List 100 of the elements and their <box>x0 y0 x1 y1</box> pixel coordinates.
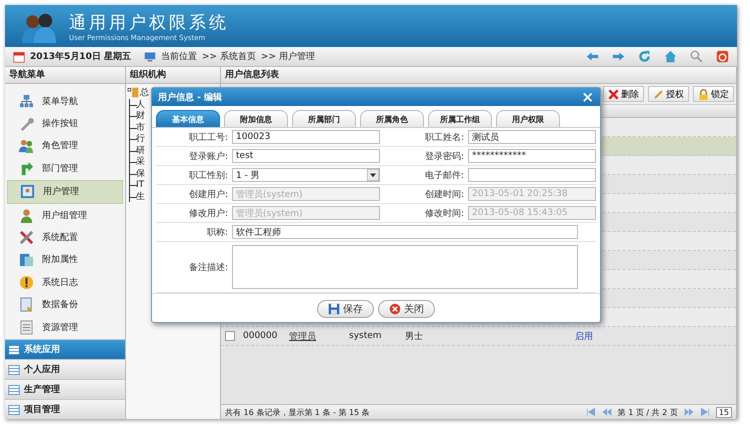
tree-node[interactable]: 保 <box>136 166 145 180</box>
status-link[interactable]: 启用 <box>575 330 615 342</box>
previous-page-icon[interactable] <box>602 407 612 417</box>
nav-item[interactable]: 资源管理 <box>7 316 123 338</box>
field-label: 职工工号: <box>188 132 229 144</box>
person-icon <box>19 208 34 223</box>
tree-node[interactable]: 研 <box>136 144 145 157</box>
tab[interactable]: 所属工作组 <box>428 110 492 127</box>
field-label: 职称: <box>206 226 229 238</box>
nav-item[interactable]: 用户组管理 <box>7 204 123 226</box>
nav-item[interactable]: 角色管理 <box>7 134 123 158</box>
field-label: 登录密码: <box>424 150 465 162</box>
input-field[interactable]: 软件工程师 <box>232 225 578 239</box>
nav-item[interactable]: 菜单导航 <box>7 90 123 112</box>
notes-field[interactable] <box>232 245 578 289</box>
nav-item[interactable]: 附加属性 <box>7 248 123 272</box>
first-page-icon[interactable] <box>586 407 596 417</box>
breadcrumb-item[interactable]: >> 用户管理 <box>260 50 315 63</box>
nav-item[interactable]: 系统日志 <box>7 271 123 294</box>
last-page-icon[interactable] <box>700 407 710 417</box>
field-label: 职工性别: <box>188 170 229 182</box>
field-label: 备注描述: <box>188 262 229 274</box>
power-icon[interactable] <box>716 50 729 63</box>
save-button[interactable]: 保存 <box>317 300 374 318</box>
panel-title: 组织机构 <box>126 67 220 84</box>
tools-icon <box>19 230 34 246</box>
panel-title: 导航菜单 <box>5 67 125 84</box>
calendar-icon <box>13 50 25 62</box>
list-icon <box>8 344 20 356</box>
input-field[interactable]: 100023 <box>232 130 380 144</box>
date-text: 2013年5月10日 星期五 <box>30 50 131 63</box>
tab[interactable]: 所属部门 <box>292 110 356 127</box>
list-icon <box>8 384 20 396</box>
tree-node[interactable]: 总 <box>140 86 149 100</box>
accordion-header[interactable]: 系统应用 <box>5 339 125 359</box>
tab[interactable]: 基本信息 <box>156 110 220 127</box>
back-arrow-icon[interactable] <box>586 50 599 63</box>
home-icon[interactable] <box>664 50 677 63</box>
monitor-icon <box>144 50 156 62</box>
nav-item[interactable]: 部门管理 <box>7 157 123 180</box>
user-link[interactable]: 管理员 <box>289 330 349 342</box>
search-icon[interactable] <box>690 50 703 63</box>
input-field[interactable] <box>468 168 596 182</box>
location-label: 当前位置 <box>160 50 197 63</box>
field-label: 登录账户: <box>188 150 229 162</box>
accordion-header[interactable]: 生产管理 <box>5 379 125 399</box>
list-icon <box>8 364 20 376</box>
close-button[interactable]: 关闭 <box>378 300 435 318</box>
close-icon <box>389 303 401 315</box>
lock-icon <box>698 88 709 100</box>
tree-node[interactable]: 财 <box>136 109 145 122</box>
close-button[interactable]: × <box>581 88 594 106</box>
table-row[interactable]: 000000 管理员 system 男士 启用 <box>221 327 736 346</box>
nav-item[interactable]: 系统配置 <box>7 226 123 249</box>
tree-node[interactable]: 人 <box>136 98 145 111</box>
gender-select[interactable]: 1 - 男 <box>232 168 380 182</box>
tree-node[interactable]: 采 <box>136 155 145 168</box>
row-checkbox[interactable] <box>225 331 235 341</box>
tree-node[interactable]: 生 <box>136 190 145 203</box>
table-cell-text: 男士 <box>405 330 424 342</box>
table-cell-text: 000000 <box>243 331 278 341</box>
toolbar-button[interactable]: 授权 <box>648 86 689 102</box>
app-title: 通用用户权限系统 <box>69 12 229 34</box>
warning-icon <box>19 274 34 290</box>
wrench-icon <box>19 116 34 132</box>
dropdown-caret-icon <box>367 169 379 181</box>
window-icon <box>19 252 34 268</box>
accordion-header[interactable]: 个人应用 <box>5 359 125 379</box>
toolbar-button[interactable]: 删除 <box>603 86 644 102</box>
page-size-select[interactable]: 15 <box>716 406 732 418</box>
document-icon <box>19 297 34 312</box>
nav-item[interactable]: 用户管理 <box>7 180 123 204</box>
refresh-icon[interactable] <box>638 50 651 63</box>
network-icon <box>19 94 34 109</box>
field-label: 修改用户: <box>188 208 229 220</box>
field-label: 电子邮件: <box>424 170 465 182</box>
panel-title: 用户信息列表 <box>221 67 736 84</box>
field-label: 职工姓名: <box>424 132 465 144</box>
field-label: 创建用户: <box>188 188 229 200</box>
nav-item[interactable]: 操作按钮 <box>7 112 123 135</box>
tab[interactable]: 用户权限 <box>496 110 560 127</box>
tree-node[interactable]: 市 <box>136 120 145 134</box>
tab[interactable]: 附加信息 <box>224 110 288 127</box>
input-field[interactable]: 测试员 <box>468 130 596 144</box>
field-label: 创建时间: <box>424 188 465 200</box>
input-field[interactable]: ************ <box>468 149 596 163</box>
page-indicator: 第 1 页 / 共 2 页 <box>618 406 678 418</box>
next-page-icon[interactable] <box>684 407 694 417</box>
input-field[interactable]: test <box>232 149 380 163</box>
nav-item[interactable]: 数据备份 <box>7 294 123 316</box>
tree-node[interactable]: IT <box>136 180 144 190</box>
table-cell-text: system <box>349 331 383 341</box>
forward-arrow-icon[interactable] <box>612 50 625 63</box>
tree-node[interactable]: 行 <box>136 132 145 146</box>
accordion-header[interactable]: 项目管理 <box>5 399 125 419</box>
toolbar-button[interactable]: 锁定 <box>693 86 734 102</box>
dialog-title: 用户信息 - 编辑 <box>158 91 222 104</box>
list-icon <box>8 404 20 416</box>
tab[interactable]: 所属角色 <box>360 110 424 127</box>
breadcrumb-item[interactable]: >> 系统首页 <box>202 50 256 63</box>
